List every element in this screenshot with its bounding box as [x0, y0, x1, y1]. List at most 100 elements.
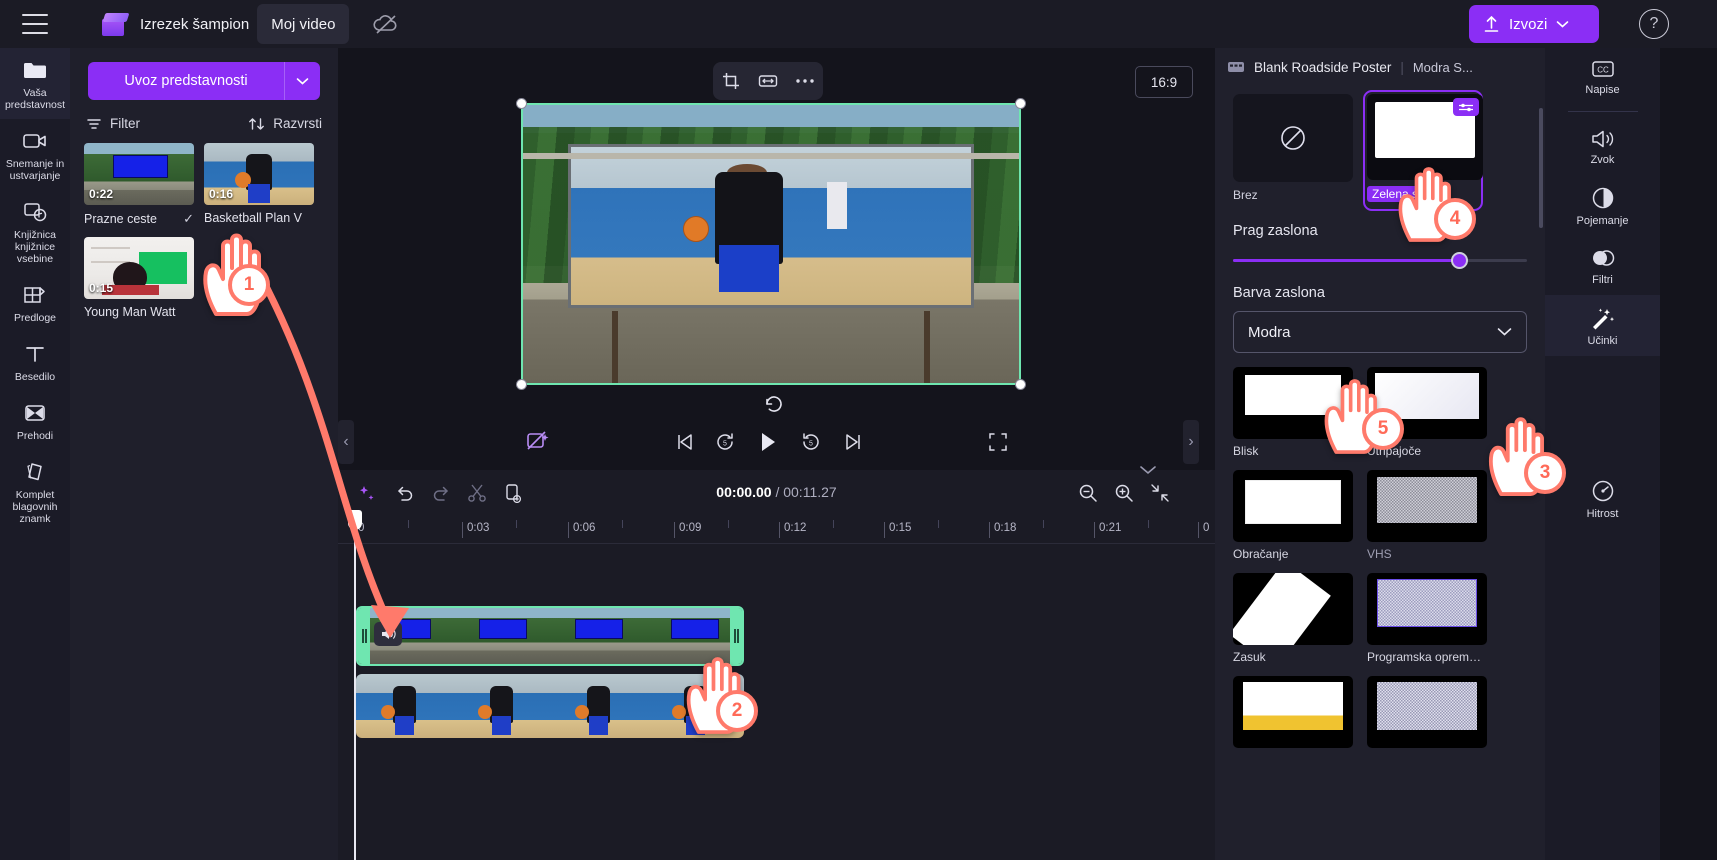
play-icon[interactable]	[753, 427, 783, 457]
filter-icon	[87, 118, 101, 129]
hamburger-icon[interactable]	[22, 14, 48, 34]
preview-video-frame	[523, 105, 1019, 383]
ruler-tick-label: 0	[1203, 522, 1210, 534]
clip-handle-right[interactable]	[730, 608, 742, 664]
zoom-out-icon[interactable]	[1073, 479, 1103, 507]
skip-to-start-icon[interactable]	[670, 427, 700, 457]
import-media-button[interactable]: Uvoz predstavnosti	[88, 62, 284, 100]
screen-color-value: Modra	[1248, 323, 1291, 341]
timeline-track-1[interactable]	[356, 606, 744, 666]
cloud-off-icon[interactable]	[371, 9, 401, 39]
resize-handle-tr[interactable]	[1015, 98, 1026, 109]
project-name-input[interactable]: Moj video	[257, 4, 350, 44]
tool-rail-audio[interactable]: Zvok	[1545, 118, 1660, 175]
green-screen-option[interactable]: Zelena s	[1363, 90, 1483, 211]
preview-canvas[interactable]	[516, 98, 1026, 390]
media-thumbnail: 0:16	[204, 143, 314, 205]
transitions-icon	[22, 401, 48, 425]
resize-handle-br[interactable]	[1015, 379, 1026, 390]
fullscreen-icon[interactable]	[983, 427, 1013, 457]
effect-card-7[interactable]	[1233, 676, 1353, 753]
effect-label: Obračanje	[1233, 547, 1289, 561]
tool-rail-filters[interactable]: Filtri	[1545, 236, 1660, 295]
chevron-down-icon	[1497, 328, 1512, 336]
playback-bar: 5 5	[338, 416, 1215, 468]
effect-card-obracanje[interactable]: Obračanje	[1233, 470, 1353, 561]
threshold-slider[interactable]	[1233, 251, 1527, 269]
media-thumbnail-grid: 0:22 Prazne ceste ✓ 0:16 Basketball Plan…	[84, 143, 324, 319]
speed-icon	[1592, 480, 1613, 502]
page-title: Izrezek šampion	[140, 15, 250, 33]
playhead-handle[interactable]	[348, 510, 362, 530]
remove-background-icon[interactable]	[523, 427, 553, 457]
chevron-down-icon	[296, 77, 309, 85]
effect-thumbnail	[1367, 676, 1487, 748]
divider	[1567, 111, 1638, 112]
tool-rail-captions[interactable]: CC Napise	[1545, 48, 1660, 105]
media-item-prazne-ceste[interactable]: 0:22 Prazne ceste ✓	[84, 143, 194, 227]
media-item-basketball[interactable]: 0:16 Basketball Plan V	[204, 143, 314, 227]
resize-handle-bl[interactable]	[516, 379, 527, 390]
clip-frames	[356, 674, 744, 738]
sidebar-item-templates[interactable]: Predloge	[0, 273, 70, 332]
effects-icon	[1592, 308, 1614, 330]
green-screen-icon	[1367, 94, 1483, 180]
sidebar-item-label: Komplet blagovnih znamk	[12, 489, 58, 525]
more-options-icon[interactable]	[792, 68, 818, 94]
timeline-track-2[interactable]	[356, 674, 744, 738]
sidebar-item-label: Snemanje in ustvarjanje	[5, 158, 65, 182]
effect-thumbnail	[1367, 470, 1487, 542]
svg-text:5: 5	[809, 441, 813, 448]
screen-option-none[interactable]: Brez	[1233, 94, 1353, 207]
filter-button[interactable]: Filter	[86, 116, 140, 131]
collapse-timeline-icon[interactable]	[1133, 456, 1163, 484]
aspect-ratio-button[interactable]: 16:9	[1135, 66, 1193, 98]
clipchamp-logo	[100, 11, 130, 37]
fit-icon[interactable]	[755, 68, 781, 94]
sidebar-item-text[interactable]: Besedilo	[0, 332, 70, 391]
video-camera-icon	[22, 129, 48, 153]
sidebar-item-record-create[interactable]: Snemanje in ustvarjanje	[0, 119, 70, 190]
sidebar-item-brand-kit[interactable]: Komplet blagovnih znamk	[0, 450, 70, 533]
effects-scrollbar[interactable]	[1539, 108, 1543, 228]
media-item-young-man[interactable]: 0:15 Young Man Watt	[84, 237, 194, 319]
screen-color-label: Barva zaslona	[1233, 285, 1325, 301]
effect-thumbnail	[1367, 573, 1487, 645]
rotate-icon[interactable]	[763, 393, 785, 415]
clip-name: Blank Roadside Poster	[1254, 59, 1392, 75]
skip-to-end-icon[interactable]	[838, 427, 868, 457]
effect-card-vhs[interactable]: VHS	[1367, 470, 1487, 561]
brand-kit-icon	[22, 460, 48, 484]
step-badge-1: 1	[228, 264, 270, 306]
sidebar-item-transitions[interactable]: Prehodi	[0, 391, 70, 450]
sidebar-item-your-media[interactable]: Vaša predstavnost	[0, 48, 70, 119]
svg-text:CC: CC	[1597, 66, 1609, 75]
effect-card-zasuk[interactable]: Zasuk	[1233, 573, 1353, 664]
effect-thumbnail	[1233, 676, 1353, 748]
rewind-5-icon[interactable]: 5	[710, 427, 740, 457]
export-button[interactable]: Izvozi	[1469, 5, 1599, 43]
clip-handle-left[interactable]	[358, 608, 370, 664]
timeline-ruler[interactable]: 0 0:03 0:06 0:09 0:12 0:15 0:18 0:21 0	[338, 516, 1215, 544]
sort-button[interactable]: Razvrsti	[248, 116, 322, 131]
slider-knob[interactable]	[1450, 252, 1468, 269]
forward-5-icon[interactable]: 5	[796, 427, 826, 457]
upload-icon	[1484, 15, 1499, 32]
crop-icon[interactable]	[718, 68, 744, 94]
tool-rail: CC Napise Zvok Pojemanje Filtri Učinki H…	[1545, 48, 1660, 860]
speaker-icon[interactable]	[374, 622, 402, 646]
tool-rail-effects[interactable]: Učinki	[1545, 295, 1660, 356]
sidebar-item-label: Prehodi	[16, 430, 54, 442]
preview-area: 16:9 ‹ › 5 5	[338, 48, 1215, 468]
filter-sort-row: Filter Razvrsti	[86, 116, 322, 131]
effect-card-glitch[interactable]: Programska oprema za uparjalnik	[1367, 573, 1487, 664]
sidebar-item-content-library[interactable]: Knjižnica knjižnice vsebine	[0, 190, 70, 273]
effect-card-blisk[interactable]: Blisk	[1233, 367, 1353, 458]
screen-color-select[interactable]: Modra	[1233, 311, 1527, 353]
effect-card-8[interactable]	[1367, 676, 1487, 753]
resize-handle-tl[interactable]	[516, 98, 527, 109]
import-media-caret[interactable]	[284, 62, 320, 100]
help-button[interactable]: ?	[1639, 9, 1669, 39]
tool-rail-fade[interactable]: Pojemanje	[1545, 175, 1660, 236]
tool-rail-label: Pojemanje	[1576, 215, 1629, 227]
